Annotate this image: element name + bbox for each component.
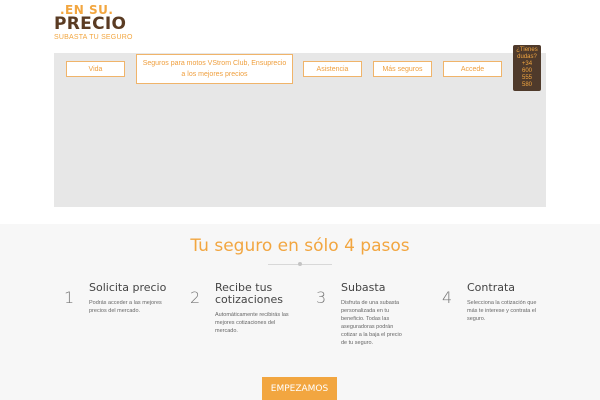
start-button[interactable]: EMPEZAMOS bbox=[262, 377, 337, 400]
section-title: Tu seguro en sólo 4 pasos bbox=[190, 236, 410, 256]
step-title: Contrata bbox=[467, 281, 516, 294]
step-title: Recibe tus cotizaciones bbox=[215, 281, 283, 306]
step-number: 4 bbox=[442, 288, 453, 307]
nav-asistencia-button[interactable]: Asistencia bbox=[303, 61, 362, 77]
help-phone-part: 555 bbox=[521, 75, 532, 81]
nav-featured-link[interactable]: Seguros para motos VStrom Club, Ensuprec… bbox=[136, 54, 293, 84]
step-description: Selecciona la cotización que más te inte… bbox=[467, 300, 537, 322]
logo-main-text: PRECIO bbox=[54, 14, 127, 34]
step-number: 3 bbox=[316, 288, 327, 307]
step-title: Subasta bbox=[341, 281, 386, 294]
help-line: ¿Tienes bbox=[516, 47, 538, 53]
nav-mas-seguros-button[interactable]: Más seguros bbox=[373, 61, 432, 77]
divider-dot bbox=[298, 262, 302, 266]
logo-tagline: SUBASTA TU SEGURO bbox=[54, 34, 133, 41]
site-logo[interactable]: .EN SU. PRECIO SUBASTA TU SEGURO bbox=[54, 3, 132, 41]
help-phone-part: 580 bbox=[521, 82, 532, 88]
help-phone-prefix: +34 bbox=[521, 61, 533, 67]
step-number: 2 bbox=[190, 288, 201, 307]
help-line: dudas? bbox=[517, 54, 537, 60]
step-title: Solicita precio bbox=[89, 281, 167, 294]
help-phone-part: 600 bbox=[521, 68, 532, 74]
step-number: 1 bbox=[64, 288, 75, 307]
help-contact-box[interactable]: ¿Tienes dudas? +34 600 555 580 bbox=[513, 45, 541, 91]
nav-accede-button[interactable]: Accede bbox=[443, 61, 502, 77]
step-description: Disfruta de una subasta personalizada en… bbox=[341, 300, 402, 346]
step-description: Automáticamente recibirás las mejores co… bbox=[215, 312, 289, 334]
nav-vida-button[interactable]: Vida bbox=[66, 61, 125, 77]
step-description: Podrás acceder a las mejores precios del… bbox=[89, 300, 162, 314]
